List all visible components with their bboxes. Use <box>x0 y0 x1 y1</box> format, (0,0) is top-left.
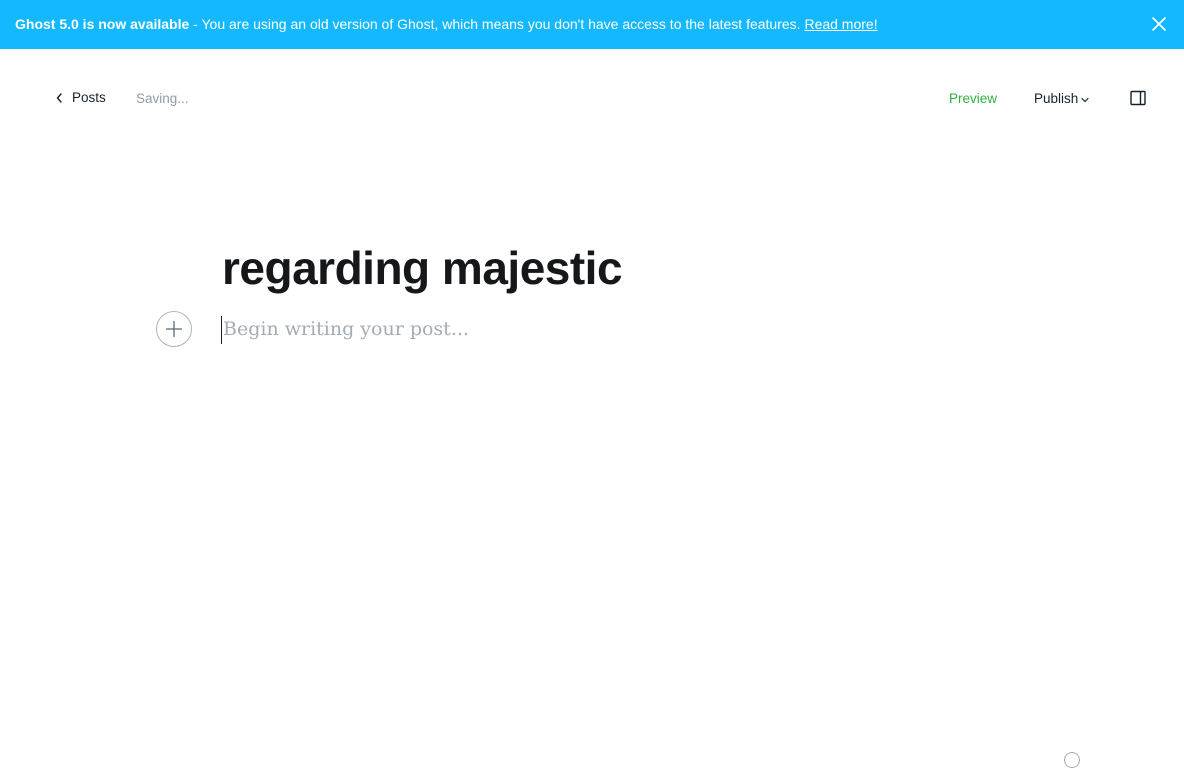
back-label: Posts <box>72 90 106 105</box>
banner-title: Ghost 5.0 is now available <box>15 16 190 32</box>
read-more-link[interactable]: Read more! <box>804 16 877 32</box>
preview-button[interactable]: Preview <box>949 91 997 106</box>
chevron-down-icon <box>1081 97 1089 103</box>
add-card-button[interactable] <box>156 311 192 347</box>
banner-text: Ghost 5.0 is now available - You are usi… <box>15 16 878 33</box>
chevron-left-icon <box>56 92 62 103</box>
banner-message: - You are using an old version of Ghost,… <box>189 16 805 32</box>
upgrade-banner: Ghost 5.0 is now available - You are usi… <box>0 0 1184 49</box>
sidebar-toggle-icon[interactable] <box>1130 90 1146 106</box>
editor-header: Posts Saving... Preview Publish <box>0 49 1184 149</box>
post-title[interactable]: regarding majestic <box>222 240 623 296</box>
save-status: Saving... <box>136 91 189 106</box>
help-icon[interactable] <box>1064 752 1080 768</box>
plus-icon <box>165 320 183 338</box>
editor-footer <box>1064 752 1080 768</box>
close-icon[interactable] <box>1151 16 1167 32</box>
publish-label: Publish <box>1034 91 1079 106</box>
back-to-posts-link[interactable]: Posts <box>55 90 106 105</box>
publish-button[interactable]: Publish <box>1034 91 1089 106</box>
post-body-editor[interactable]: Begin writing your post... <box>221 316 961 344</box>
